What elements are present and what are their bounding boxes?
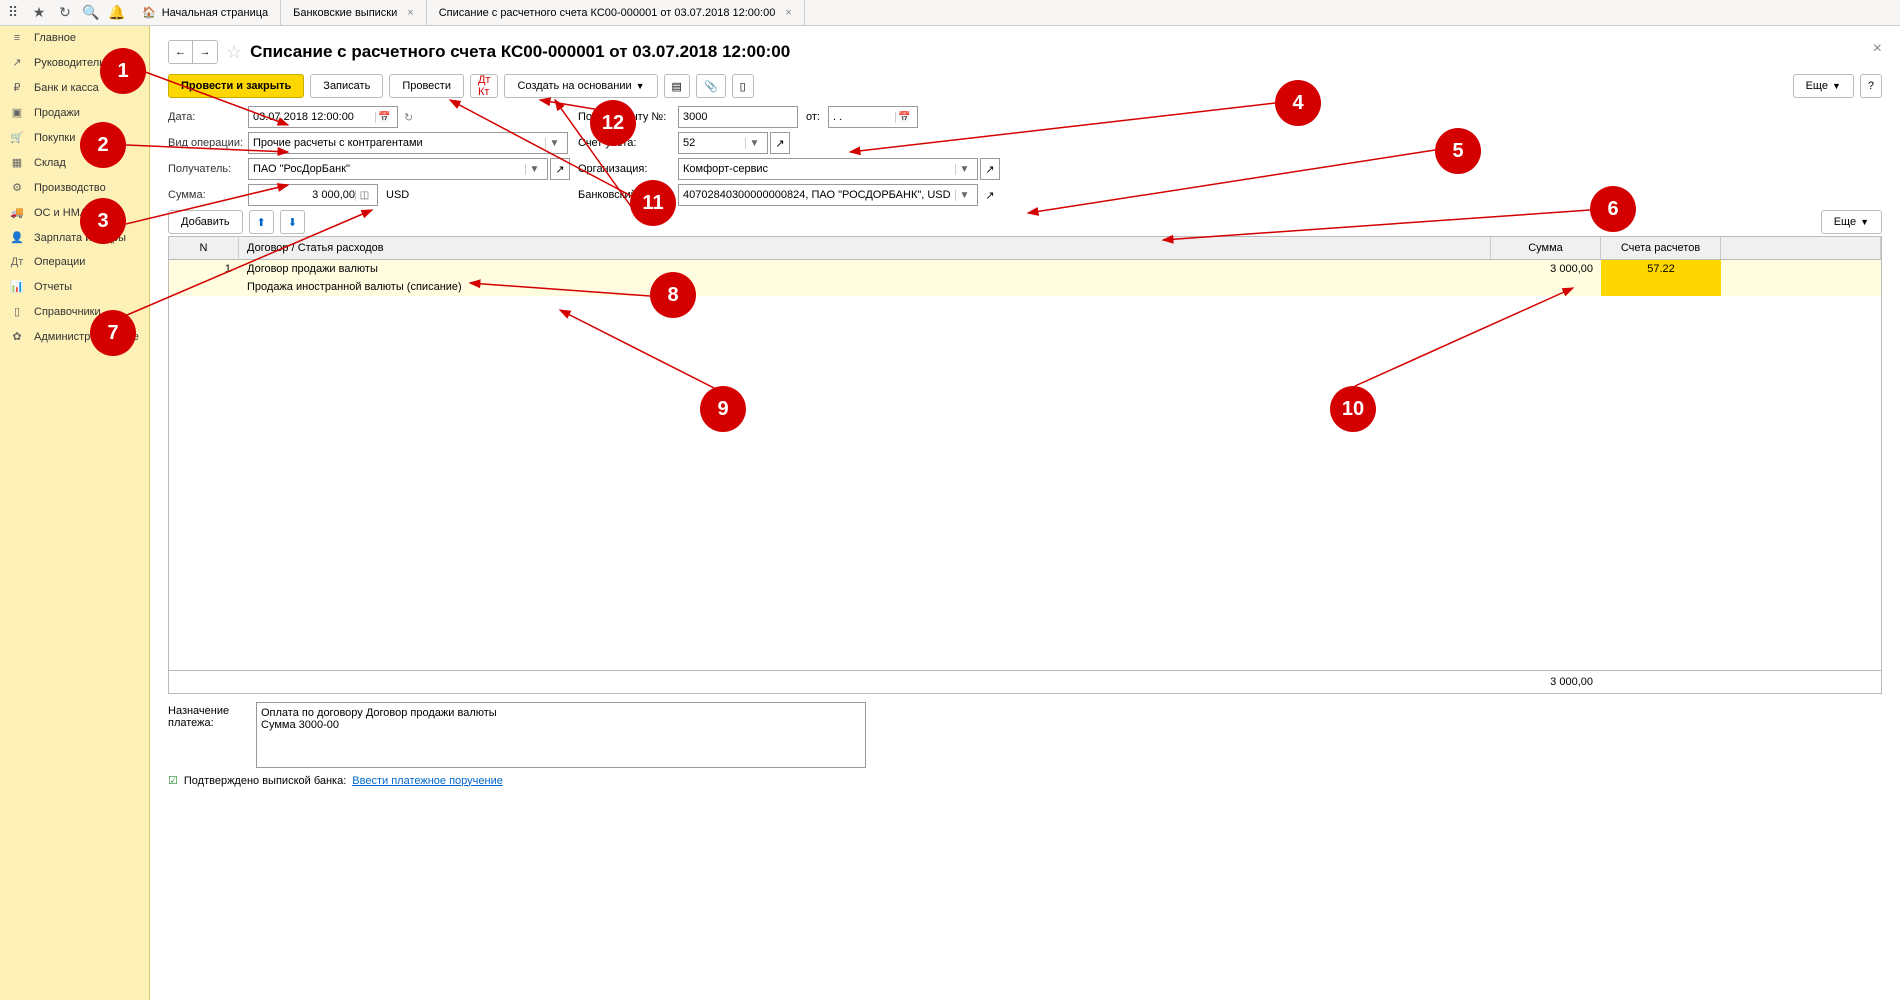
recip-label: Получатель:: [168, 163, 248, 175]
more-button[interactable]: Еще▼: [1793, 74, 1854, 98]
apps-icon[interactable]: ⠿: [4, 4, 22, 22]
sidebar-item[interactable]: ≡Главное: [0, 26, 149, 50]
date-field[interactable]: 03.07.2018 12:00:00📅: [248, 106, 398, 128]
currency-label: USD: [386, 189, 409, 201]
bell-icon[interactable]: 🔔: [108, 4, 126, 22]
checkbox-icon[interactable]: ☑: [168, 774, 178, 787]
sum-label: Сумма:: [168, 189, 248, 201]
sidebar-item[interactable]: 👤Зарплата и кадры: [0, 225, 149, 250]
docno-field[interactable]: 3000: [678, 106, 798, 128]
col-acc[interactable]: Счета расчетов: [1601, 237, 1721, 259]
annotation-5: 5: [1435, 128, 1481, 174]
org-label: Организация:: [578, 163, 678, 175]
dtkt-button[interactable]: ДтКт: [470, 74, 499, 98]
purpose-label: Назначение платежа:: [168, 702, 248, 768]
sidebar-item[interactable]: ДтОперации: [0, 250, 149, 274]
forward-button[interactable]: →: [193, 41, 217, 63]
create-based-button[interactable]: Создать на основании▼: [504, 74, 657, 98]
sidebar-item[interactable]: 📊Отчеты: [0, 274, 149, 299]
col-n[interactable]: N: [169, 237, 239, 259]
grid: N Договор / Статья расходов Сумма Счета …: [168, 236, 1882, 694]
close-button[interactable]: ×: [1873, 40, 1882, 58]
move-up-button[interactable]: ⬆: [249, 210, 274, 234]
post-button[interactable]: Провести: [389, 74, 464, 98]
add-button[interactable]: Добавить: [168, 210, 243, 234]
save-button[interactable]: Записать: [310, 74, 383, 98]
annotation-11: 11: [630, 180, 676, 226]
open-icon[interactable]: ↗: [550, 158, 570, 180]
sidebar-item[interactable]: ⚙Производство: [0, 175, 149, 200]
annotation-7: 7: [90, 310, 136, 356]
annotation-3: 3: [80, 198, 126, 244]
tab-document[interactable]: Списание с расчетного счета КС00-000001 …: [427, 0, 805, 25]
bank-field[interactable]: 40702840300000000824, ПАО "РОСДОРБАНК", …: [678, 184, 978, 206]
history-icon[interactable]: ↻: [56, 4, 74, 22]
annotation-9: 9: [700, 386, 746, 432]
help-button[interactable]: ?: [1860, 74, 1882, 98]
annotation-2: 2: [80, 122, 126, 168]
move-down-button[interactable]: ⬇: [280, 210, 305, 234]
purpose-field[interactable]: Оплата по договору Договор продажи валют…: [256, 702, 866, 768]
sidebar-item[interactable]: 🚚ОС и НМА: [0, 200, 149, 225]
refresh-icon[interactable]: ↻: [404, 111, 413, 124]
back-button[interactable]: ←: [169, 41, 193, 63]
close-icon[interactable]: ×: [785, 7, 791, 19]
annotation-12: 12: [590, 100, 636, 146]
attach-icon[interactable]: 📎: [696, 74, 726, 98]
sidebar-item[interactable]: ▣Продажи: [0, 100, 149, 125]
table-row[interactable]: 1 Договор продажи валюты 3 000,00 57.22: [169, 260, 1881, 278]
from-label: от:: [806, 111, 820, 123]
from-date-field[interactable]: . .📅: [828, 106, 918, 128]
sidebar: ≡Главное ↗Руководителю ₽Банк и касса ▣Пр…: [0, 26, 150, 1000]
acc-field[interactable]: 52▼: [678, 132, 768, 154]
tab-bank-statements[interactable]: Банковские выписки×: [281, 0, 427, 25]
date-label: Дата:: [168, 111, 248, 123]
op-field[interactable]: Прочие расчеты с контрагентами▼: [248, 132, 568, 154]
open-icon[interactable]: ↗: [980, 158, 1000, 180]
annotation-10: 10: [1330, 386, 1376, 432]
confirmed-label: Подтверждено выпиской банка:: [184, 775, 346, 787]
search-icon[interactable]: 🔍: [82, 4, 100, 22]
page-title: Списание с расчетного счета КС00-000001 …: [250, 42, 790, 62]
col-sum[interactable]: Сумма: [1491, 237, 1601, 259]
sidebar-item[interactable]: 🛒Покупки: [0, 125, 149, 150]
close-icon[interactable]: ×: [407, 7, 413, 19]
annotation-8: 8: [650, 272, 696, 318]
sidebar-item[interactable]: ▦Склад: [0, 150, 149, 175]
sum-field[interactable]: 3 000,00◫: [248, 184, 378, 206]
structure-icon[interactable]: ▤: [664, 74, 690, 98]
star-icon[interactable]: ★: [30, 4, 48, 22]
favorite-icon[interactable]: ☆: [226, 42, 242, 63]
grid-more-button[interactable]: Еще▼: [1821, 210, 1882, 234]
open-icon[interactable]: ↗: [980, 184, 1000, 206]
org-field[interactable]: Комфорт-сервис▼: [678, 158, 978, 180]
open-icon[interactable]: ↗: [770, 132, 790, 154]
payment-order-link[interactable]: Ввести платежное поручение: [352, 775, 503, 787]
annotation-1: 1: [100, 48, 146, 94]
report-icon[interactable]: ▯: [732, 74, 754, 98]
table-row[interactable]: Продажа иностранной валюты (списание): [169, 278, 1881, 296]
post-close-button[interactable]: Провести и закрыть: [168, 74, 304, 98]
col-empty: [1721, 237, 1881, 259]
col-main[interactable]: Договор / Статья расходов: [239, 237, 1491, 259]
grid-total: 3 000,00: [1491, 671, 1601, 693]
op-label: Вид операции:: [168, 137, 248, 149]
recip-field[interactable]: ПАО "РосДорБанк"▼: [248, 158, 548, 180]
annotation-6: 6: [1590, 186, 1636, 232]
annotation-4: 4: [1275, 80, 1321, 126]
tab-home[interactable]: 🏠Начальная страница: [130, 0, 281, 25]
